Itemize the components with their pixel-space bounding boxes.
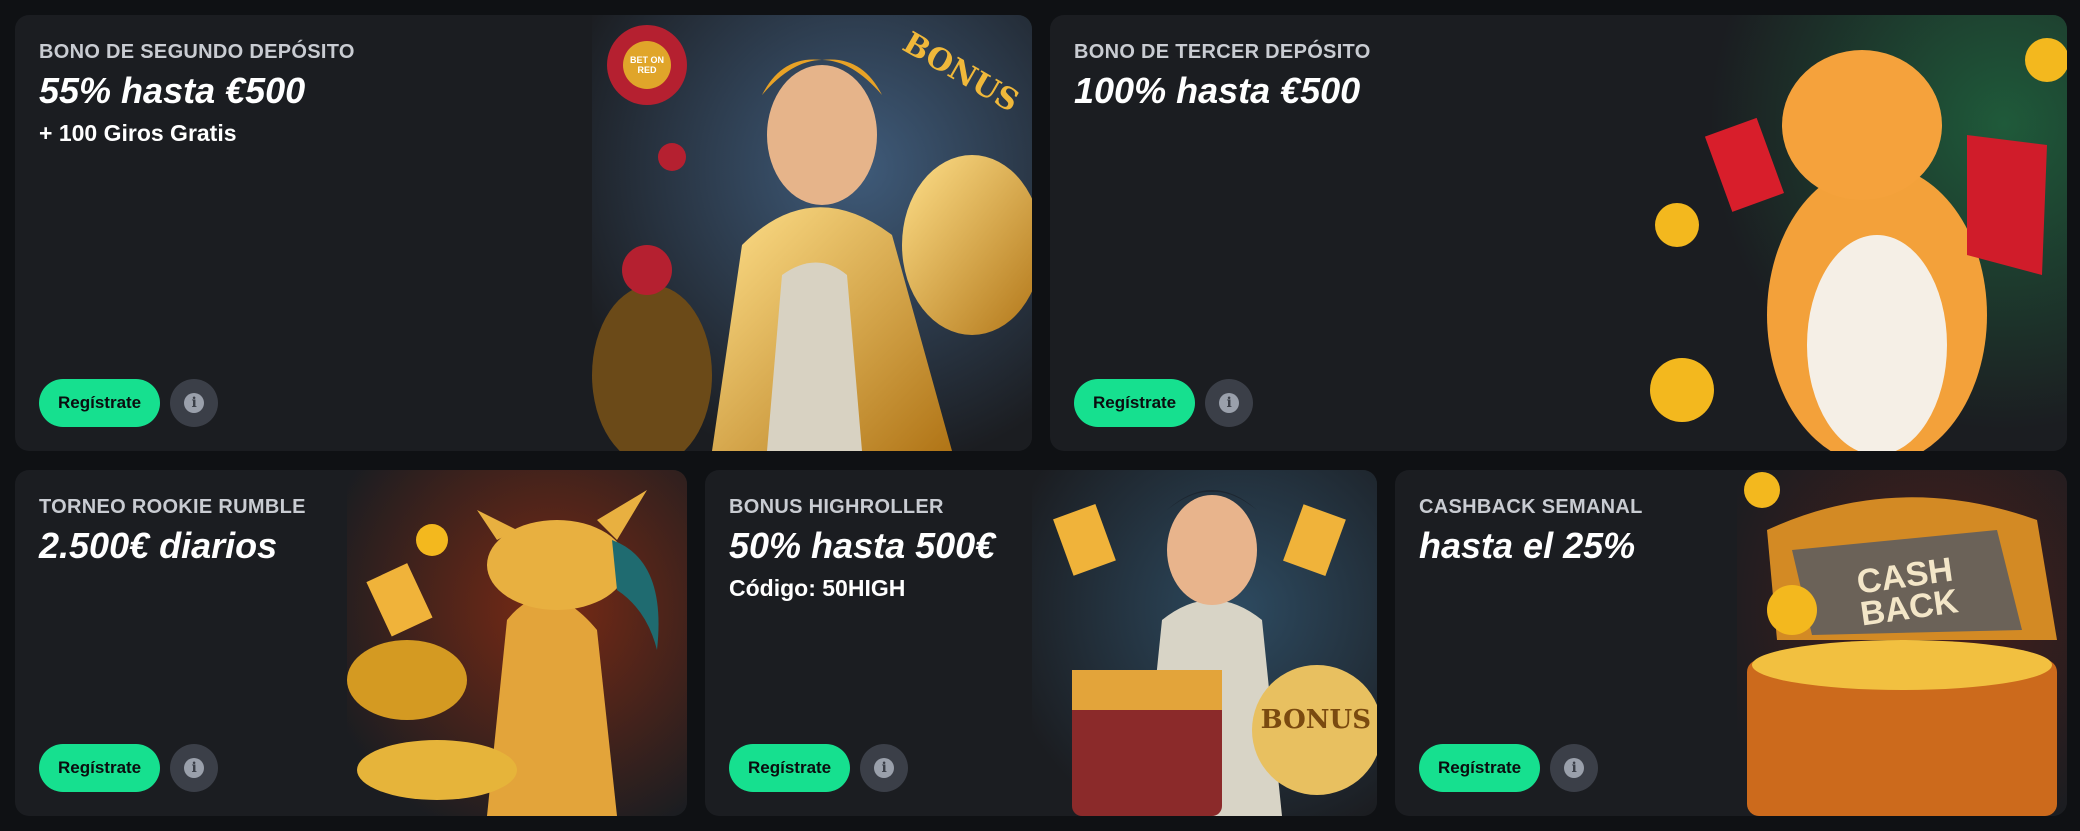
card-title: 100% hasta €500 [1074,70,1361,111]
bet-on-red-chip-label: BET ON RED [629,55,664,75]
info-icon: i [184,393,205,413]
info-icon: i [1219,393,1240,413]
promo-card-third-deposit[interactable]: BONO DE TERCER DEPÓSITO 100% hasta €500 … [1050,15,2067,451]
card-title: 55% hasta €500 [39,70,306,111]
hero-treasure-illustration: BONUS [1032,470,1377,816]
card-extra: + 100 Giros Gratis [39,120,237,146]
register-button[interactable]: Regístrate [39,379,161,427]
card-subtitle: TORNEO ROOKIE RUMBLE [39,496,306,518]
card-title: 2.500€ diarios [39,525,278,566]
card-title: hasta el 25% [1419,525,1636,566]
promo-card-rookie-rumble[interactable]: TORNEO ROOKIE RUMBLE 2.500€ diarios Regí… [15,470,687,816]
bonus-orb-label: BONUS [1260,705,1371,735]
card-subtitle: CASHBACK SEMANAL [1419,496,1643,518]
card-subtitle: BONO DE SEGUNDO DEPÓSITO [39,41,355,63]
register-button[interactable]: Regístrate [729,744,851,792]
tiger-illustration [1647,15,2067,451]
register-button[interactable]: Regístrate [39,744,161,792]
info-button[interactable]: i [170,744,219,792]
register-button[interactable]: Regístrate [1419,744,1541,792]
card-extra: Código: 50HIGH [729,575,906,601]
promo-card-cashback[interactable]: CASH BACK CASHBACK SEMANAL hasta el 25% … [1395,470,2067,816]
cashback-chest-illustration: CASH BACK [1737,470,2067,816]
card-subtitle: BONUS HIGHROLLER [729,496,944,518]
info-button[interactable]: i [860,744,909,792]
dragon-illustration [347,470,687,816]
card-subtitle: BONO DE TERCER DEPÓSITO [1074,41,1371,63]
info-icon: i [1564,758,1585,778]
promo-card-highroller[interactable]: BONUS BONUS HIGHROLLER 50% hasta 500€ Có… [705,470,1377,816]
card-title: 50% hasta 500€ [729,525,996,566]
register-button[interactable]: Regístrate [1074,379,1196,427]
knight-hero-illustration: BET ON RED BONUS [592,15,1032,451]
info-button[interactable]: i [1205,379,1254,427]
info-button[interactable]: i [170,379,219,427]
info-button[interactable]: i [1550,744,1599,792]
info-icon: i [874,758,895,778]
info-icon: i [184,758,205,778]
promo-card-second-deposit[interactable]: BET ON RED BONUS BONO DE SEGUNDO DEPÓSIT… [15,15,1032,451]
